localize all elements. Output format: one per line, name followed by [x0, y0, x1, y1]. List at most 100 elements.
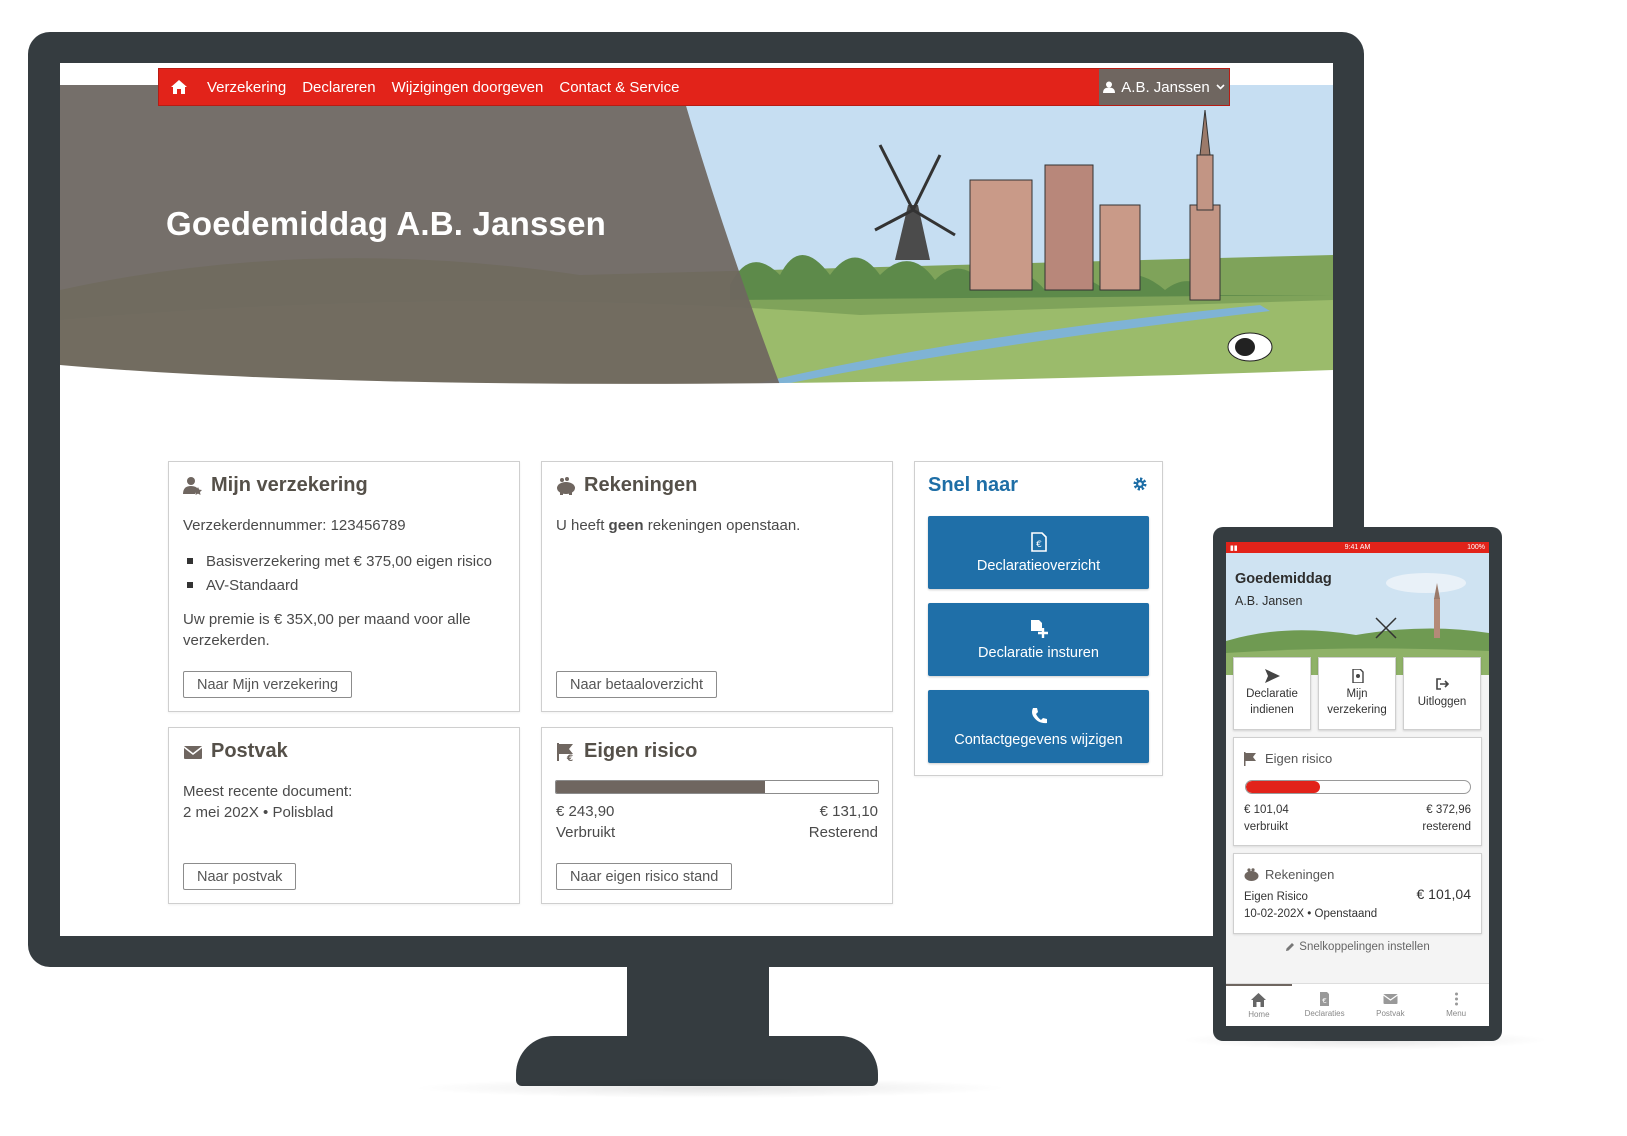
- status-text: U heeft: [556, 517, 609, 534]
- svg-text:€: €: [566, 754, 573, 762]
- pencil-icon: [1286, 943, 1295, 951]
- tab-label: Menu: [1446, 1009, 1467, 1018]
- card-postvak: Postvak Meest recente document: 2 mei 20…: [168, 727, 520, 904]
- hero-banner: Goedemiddag A.B. Janssen: [60, 85, 1333, 385]
- tile-label: indienen: [1250, 704, 1294, 716]
- card-title: Eigen risico: [1265, 751, 1333, 766]
- remaining-amount: € 131,10: [819, 803, 878, 820]
- used-label: verbruikt: [1244, 821, 1289, 833]
- naar-betaaloverzicht-button[interactable]: Naar betaaloverzicht: [556, 671, 717, 698]
- naar-mijn-verzekering-button[interactable]: Naar Mijn verzekering: [183, 671, 353, 698]
- more-vertical-icon: [1454, 992, 1458, 1006]
- naar-eigen-risico-stand-button[interactable]: Naar eigen risico stand: [556, 863, 733, 890]
- card-header: Mijn verzekering: [183, 474, 368, 497]
- used-amount: € 101,04: [1244, 804, 1289, 816]
- home-button[interactable]: [159, 69, 199, 105]
- progress-fill: [556, 781, 766, 793]
- button-label: Declaratieoverzicht: [976, 557, 1101, 574]
- monitor-shadow: [410, 1078, 1010, 1098]
- mobile-greeting: Goedemiddag: [1235, 571, 1332, 587]
- tile-label: Uitloggen: [1417, 696, 1467, 708]
- mijn-verzekering-tile[interactable]: Mijn verzekering: [1318, 657, 1396, 730]
- button-label: Declaratie insturen: [978, 644, 1099, 661]
- tab-menu[interactable]: Menu: [1423, 984, 1489, 1026]
- card-mijn-verzekering: Mijn verzekering Verzekerdennummer: 1234…: [168, 461, 520, 712]
- card-eigen-risico: € Eigen risico € 243,90 Verbruikt € 131,…: [541, 727, 893, 904]
- contactgegevens-wijzigen-button[interactable]: Contactgegevens wijzigen: [928, 690, 1149, 763]
- button-label: Contactgegevens wijzigen: [954, 731, 1123, 748]
- nav-item-wijzigingen[interactable]: Wijzigingen doorgeven: [384, 79, 552, 96]
- euro-flag-icon: €: [557, 742, 573, 762]
- list-item: Basisverzekering met € 375,00 eigen risi…: [183, 549, 492, 573]
- monitor-neck: [627, 967, 769, 1037]
- euro-document-icon: €: [1030, 531, 1047, 552]
- list-item: AV-Standaard: [183, 573, 492, 597]
- svg-text:€: €: [1322, 997, 1326, 1005]
- svg-text:€: €: [1036, 540, 1042, 550]
- envelope-icon: [183, 745, 203, 759]
- home-icon: [1251, 993, 1267, 1007]
- tab-declaraties[interactable]: € Declaraties: [1292, 984, 1358, 1026]
- main-navigation: Verzekering Declareren Wijzigingen doorg…: [158, 68, 1230, 106]
- declaratieoverzicht-button[interactable]: € Declaratieoverzicht: [928, 516, 1149, 589]
- status-bar: ▮▮ 9:41 AM 100%: [1226, 542, 1489, 553]
- rekeningen-status: U heeft geen rekeningen openstaan.: [556, 515, 800, 536]
- progress-fill: [1246, 781, 1320, 793]
- nav-item-verzekering[interactable]: Verzekering: [199, 79, 294, 96]
- tile-label: verzekering: [1327, 704, 1387, 716]
- phone-edit-icon: [1031, 707, 1047, 723]
- tab-label: Declaraties: [1304, 1009, 1345, 1018]
- insurance-list: Basisverzekering met € 375,00 eigen risi…: [183, 549, 492, 597]
- nav-item-contact[interactable]: Contact & Service: [551, 79, 687, 96]
- home-icon: [171, 80, 187, 94]
- remaining-label: Resterend: [808, 824, 878, 841]
- mobile-card-eigen-risico[interactable]: Eigen risico € 101,04 verbruikt € 372,96…: [1233, 737, 1482, 846]
- user-menu-button[interactable]: A.B. Janssen: [1099, 69, 1229, 105]
- desktop-screen: Goedemiddag A.B. Janssen Verzekering Dec…: [60, 63, 1333, 936]
- gear-icon[interactable]: [1132, 476, 1148, 492]
- insured-person-icon: [183, 476, 202, 495]
- rekening-amount: € 101,04: [1416, 886, 1472, 902]
- card-rekeningen: Rekeningen U heeft geen rekeningen opens…: [541, 461, 893, 712]
- card-header: € Eigen risico: [556, 740, 697, 763]
- card-snel-naar: Snel naar € Declaratieoverzicht Declarat…: [914, 461, 1163, 776]
- piggy-bank-icon: [557, 476, 575, 495]
- user-name: A.B. Janssen: [1121, 78, 1210, 96]
- snelkoppelingen-instellen-link[interactable]: Snelkoppelingen instellen: [1226, 941, 1489, 953]
- tab-postvak[interactable]: Postvak: [1358, 984, 1424, 1026]
- tab-label: Home: [1248, 1010, 1270, 1019]
- remaining-amount: € 372,96: [1426, 804, 1471, 816]
- euro-flag-icon: [1244, 751, 1256, 766]
- envelope-icon: [1383, 994, 1398, 1004]
- premium-text: Uw premie is € 35X,00 per maand voor all…: [183, 611, 471, 649]
- uitloggen-tile[interactable]: Uitloggen: [1403, 657, 1481, 730]
- naar-postvak-button[interactable]: Naar postvak: [183, 863, 297, 890]
- card-title: Rekeningen: [584, 474, 698, 496]
- document-person-icon: [1351, 669, 1364, 683]
- rekening-type: Eigen Risico: [1244, 891, 1308, 903]
- verzekerdennummer: Verzekerdennummer: 123456789: [183, 517, 406, 534]
- mobile-device: ▮▮ 9:41 AM 100% Goedemiddag A.B. Jansen: [1213, 527, 1502, 1041]
- tab-home[interactable]: Home: [1226, 984, 1292, 1026]
- card-title: Eigen risico: [584, 740, 698, 762]
- card-title: Rekeningen: [1265, 867, 1335, 882]
- used-amount: € 243,90: [556, 803, 615, 820]
- declaratie-insturen-button[interactable]: Declaratie insturen: [928, 603, 1149, 676]
- signal-icon: ▮▮: [1230, 544, 1238, 552]
- tile-label: Declaratie: [1246, 688, 1298, 700]
- battery-level: 100%: [1467, 544, 1485, 551]
- mobile-tab-bar: Home € Declaraties Postvak Menu: [1226, 983, 1489, 1026]
- status-time: 9:41 AM: [1344, 544, 1371, 551]
- card-header: Eigen risico: [1244, 751, 1332, 766]
- declaratie-indienen-tile[interactable]: Declaratie indienen: [1233, 657, 1311, 730]
- card-header: Rekeningen: [556, 474, 697, 497]
- desktop-monitor: Goedemiddag A.B. Janssen Verzekering Dec…: [28, 32, 1364, 967]
- postvak-label: Meest recente document:: [183, 783, 353, 800]
- nav-item-declareren[interactable]: Declareren: [294, 79, 383, 96]
- hero-greeting: Goedemiddag A.B. Janssen: [166, 205, 607, 242]
- mobile-screen: ▮▮ 9:41 AM 100% Goedemiddag A.B. Jansen: [1226, 542, 1489, 1026]
- send-icon: [1264, 669, 1280, 683]
- chevron-down-icon: [1216, 84, 1225, 90]
- used-label: Verbruikt: [556, 824, 616, 841]
- mobile-card-rekeningen[interactable]: Rekeningen Eigen Risico 10-02-202X • Ope…: [1233, 853, 1482, 934]
